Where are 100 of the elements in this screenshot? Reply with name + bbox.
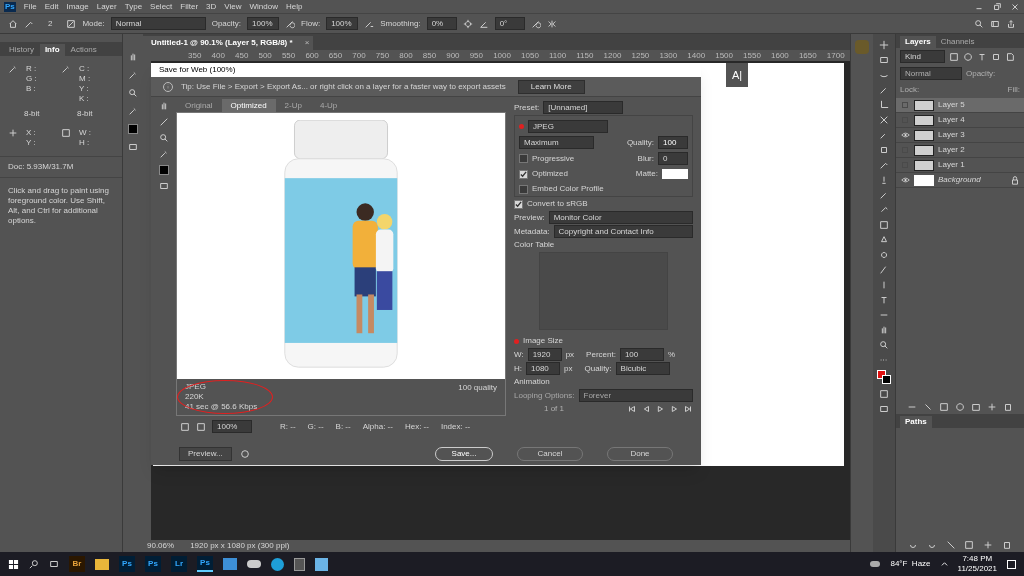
- color-swatch[interactable]: [128, 124, 138, 134]
- adjustment-filter-icon[interactable]: [963, 51, 973, 62]
- tool-icon[interactable]: [879, 115, 889, 125]
- notification-icon[interactable]: [1007, 559, 1016, 569]
- tool-icon[interactable]: [879, 340, 889, 350]
- opacity-field[interactable]: 100%: [247, 17, 280, 30]
- panel-tab[interactable]: Channels: [935, 36, 980, 48]
- panel-tab[interactable]: Actions: [65, 44, 102, 56]
- view-tab[interactable]: 4-Up: [310, 99, 347, 112]
- share-icon[interactable]: [1006, 18, 1016, 29]
- menu-item[interactable]: Filter: [180, 0, 199, 13]
- panel-tab[interactable]: History: [4, 44, 39, 56]
- mode-dropdown[interactable]: Normal: [110, 17, 206, 30]
- menu-item[interactable]: Help: [286, 0, 303, 13]
- app-icon[interactable]: Ps: [197, 556, 213, 572]
- type-filter-icon[interactable]: [977, 51, 987, 62]
- menu-item[interactable]: 3D: [206, 0, 217, 13]
- previous-frame-icon[interactable]: [641, 404, 651, 414]
- app-icon[interactable]: [315, 557, 328, 571]
- browser-icon[interactable]: [239, 449, 250, 459]
- lock-icon[interactable]: [1010, 175, 1020, 185]
- eye-icon[interactable]: [900, 177, 910, 183]
- blend-mode-dropdown[interactable]: Normal: [900, 67, 962, 80]
- menu-item[interactable]: View: [224, 0, 242, 13]
- menu-item[interactable]: Window: [249, 0, 278, 13]
- flow-field[interactable]: 100%: [326, 17, 359, 30]
- tool-icon[interactable]: [879, 325, 889, 335]
- app-icon[interactable]: Ps: [119, 556, 135, 572]
- tool-icon[interactable]: [879, 175, 889, 185]
- tool-icon[interactable]: [879, 295, 889, 305]
- format-dropdown[interactable]: JPEG: [528, 120, 608, 133]
- menu-item[interactable]: Type: [124, 0, 143, 13]
- character-panel-label[interactable]: A|: [731, 66, 743, 84]
- layer-row[interactable]: Layer 4: [896, 113, 1024, 128]
- color-swatch[interactable]: [158, 165, 169, 175]
- restore-icon[interactable]: [992, 1, 1002, 12]
- app-icon[interactable]: Br: [69, 556, 85, 572]
- checkbox[interactable]: [519, 184, 528, 194]
- folder-icon[interactable]: [95, 558, 109, 570]
- smoothing-field[interactable]: 0%: [426, 17, 457, 30]
- layer-action-icon[interactable]: [1003, 402, 1013, 412]
- symmetry-icon[interactable]: [546, 18, 557, 29]
- path-action-icon[interactable]: [1001, 540, 1012, 550]
- slice-icon[interactable]: [158, 117, 169, 127]
- angle-field[interactable]: 0°: [494, 17, 525, 30]
- workspace-icon[interactable]: [990, 18, 1000, 29]
- preview-icon[interactable]: [128, 142, 138, 152]
- tool-icon[interactable]: [879, 40, 889, 50]
- compression-dropdown[interactable]: Maximum: [519, 136, 594, 149]
- panel-tab[interactable]: Layers: [900, 36, 936, 48]
- layer-row[interactable]: Layer 1: [896, 158, 1024, 173]
- panel-tab[interactable]: Paths: [900, 416, 932, 428]
- first-frame-icon[interactable]: [627, 404, 637, 414]
- image-filter-icon[interactable]: [949, 51, 959, 62]
- percent-field[interactable]: 100: [619, 348, 664, 361]
- path-action-icon[interactable]: [982, 540, 993, 550]
- calculator-icon[interactable]: [294, 557, 305, 571]
- view-tab[interactable]: 2-Up: [275, 99, 311, 112]
- menu-item[interactable]: File: [23, 0, 37, 13]
- preset-dropdown[interactable]: [Unnamed]: [543, 101, 624, 114]
- layer-action-icon[interactable]: [987, 402, 997, 412]
- menu-item[interactable]: Edit: [44, 0, 59, 13]
- quick-mask-icon[interactable]: [879, 389, 889, 399]
- selection-icon[interactable]: [61, 128, 71, 138]
- preview-icon[interactable]: [158, 181, 169, 191]
- resample-dropdown[interactable]: Bicubic: [615, 362, 670, 375]
- layer-row[interactable]: Background: [896, 173, 1024, 188]
- hand-icon[interactable]: [128, 52, 138, 62]
- preview-button[interactable]: Preview...: [179, 447, 232, 461]
- smart-filter-icon[interactable]: [1005, 51, 1015, 62]
- view-tab[interactable]: Optimized: [221, 99, 276, 112]
- checkbox[interactable]: [514, 199, 523, 209]
- eyedropper-icon[interactable]: [8, 64, 18, 74]
- shape-filter-icon[interactable]: [991, 51, 1001, 62]
- path-action-icon[interactable]: [964, 540, 975, 550]
- last-frame-icon[interactable]: [683, 404, 693, 414]
- checkbox[interactable]: [519, 169, 528, 179]
- checkbox-icon[interactable]: [180, 421, 190, 432]
- zoom-icon[interactable]: [128, 88, 138, 98]
- app-icon[interactable]: Lr: [171, 556, 187, 572]
- search-icon[interactable]: [974, 18, 984, 29]
- screen-mode-icon[interactable]: [879, 404, 889, 414]
- crosshair-icon[interactable]: [8, 128, 18, 138]
- layer-row[interactable]: Layer 3: [896, 128, 1024, 143]
- eyedropper-icon[interactable]: [128, 106, 138, 116]
- checkbox[interactable]: [519, 154, 528, 163]
- path-action-icon[interactable]: [945, 540, 956, 550]
- eyedropper-icon[interactable]: [128, 70, 138, 80]
- eyedropper-icon[interactable]: [158, 149, 169, 159]
- close-icon[interactable]: [1010, 1, 1020, 12]
- filter-dropdown[interactable]: Kind: [900, 50, 945, 63]
- layer-row[interactable]: Layer 5: [896, 98, 1024, 113]
- zoom-icon[interactable]: [158, 133, 169, 143]
- menu-item[interactable]: Layer: [96, 0, 117, 13]
- zoom-dropdown[interactable]: 100%: [212, 420, 252, 433]
- checkbox-icon[interactable]: [196, 421, 206, 432]
- visibility-toggle[interactable]: [902, 102, 908, 108]
- play-icon[interactable]: [655, 404, 665, 414]
- preview-dropdown[interactable]: Monitor Color: [548, 211, 693, 224]
- app-icon[interactable]: Ps: [145, 556, 161, 572]
